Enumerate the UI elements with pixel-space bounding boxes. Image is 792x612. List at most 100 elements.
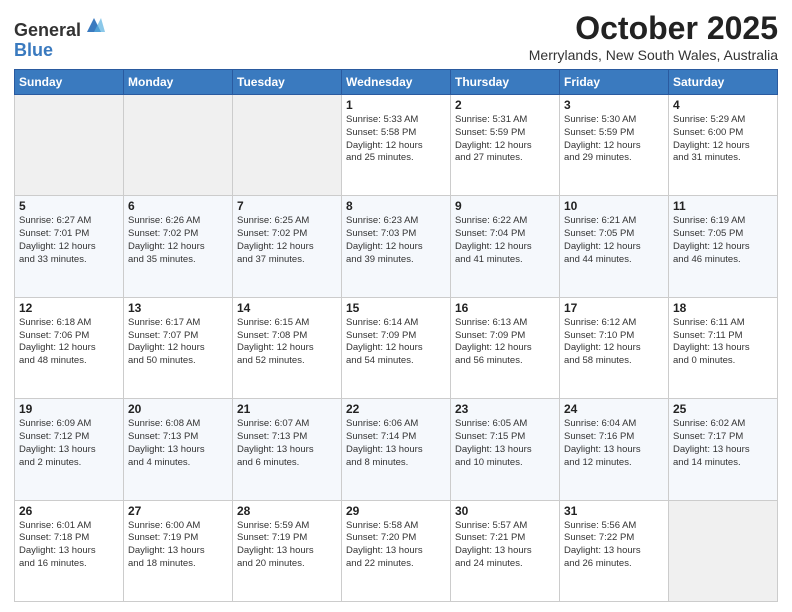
cell-info-line: Sunset: 7:13 PM: [128, 431, 228, 444]
calendar-cell: 14Sunrise: 6:15 AMSunset: 7:08 PMDayligh…: [233, 297, 342, 398]
cell-info-line: Sunrise: 6:13 AM: [455, 317, 555, 330]
calendar-cell: 10 Sunrise: 6:21 AMSunset: 7:05 PMDayligh…: [560, 196, 669, 297]
cell-info-line: and 58 minutes.: [564, 355, 664, 368]
cell-info-line: Sunrise: 6:19 AM: [673, 215, 773, 228]
calendar-cell: 25Sunrise: 6:02 AMSunset: 7:17 PMDayligh…: [669, 399, 778, 500]
cell-info-line: Daylight: 12 hours: [237, 342, 337, 355]
cell-info-line: Sunrise: 6:25 AM: [237, 215, 337, 228]
calendar-header-thursday: Thursday: [451, 70, 560, 95]
cell-info-line: Daylight: 13 hours: [346, 444, 446, 457]
cell-info-line: Daylight: 12 hours: [346, 342, 446, 355]
day-number: 21: [237, 402, 337, 416]
cell-info-line: Daylight: 12 hours: [564, 342, 664, 355]
cell-info-line: Daylight: 12 hours: [19, 241, 119, 254]
cell-info-line: Sunset: 7:17 PM: [673, 431, 773, 444]
day-number: 10: [564, 199, 664, 213]
logo: General Blue: [14, 14, 105, 61]
cell-info-line: Sunrise: 6:06 AM: [346, 418, 446, 431]
cell-info-line: Sunset: 5:58 PM: [346, 127, 446, 140]
cell-info-line: Sunrise: 6:17 AM: [128, 317, 228, 330]
day-number: 5: [19, 199, 119, 213]
cell-info-line: Daylight: 12 hours: [564, 140, 664, 153]
day-number: 4: [673, 98, 773, 112]
calendar-cell: 7Sunrise: 6:25 AMSunset: 7:02 PMDaylight…: [233, 196, 342, 297]
logo-blue-text: Blue: [14, 40, 53, 60]
cell-info-line: Daylight: 12 hours: [564, 241, 664, 254]
day-number: 31: [564, 504, 664, 518]
calendar-cell: 19Sunrise: 6:09 AMSunset: 7:12 PMDayligh…: [15, 399, 124, 500]
calendar-cell: 13Sunrise: 6:17 AMSunset: 7:07 PMDayligh…: [124, 297, 233, 398]
cell-info-line: and 10 minutes.: [455, 457, 555, 470]
calendar-cell: 18Sunrise: 6:11 AMSunset: 7:11 PMDayligh…: [669, 297, 778, 398]
calendar-cell: [15, 95, 124, 196]
day-number: 17: [564, 301, 664, 315]
day-number: 12: [19, 301, 119, 315]
cell-info-line: Sunset: 7:19 PM: [128, 532, 228, 545]
cell-info-line: Sunset: 7:16 PM: [564, 431, 664, 444]
cell-info-line: Sunrise: 6:23 AM: [346, 215, 446, 228]
cell-info-line: and 0 minutes.: [673, 355, 773, 368]
calendar-header-sunday: Sunday: [15, 70, 124, 95]
cell-info-line: Sunset: 5:59 PM: [564, 127, 664, 140]
cell-info-line: Sunrise: 5:58 AM: [346, 520, 446, 533]
calendar-row-4: 26Sunrise: 6:01 AMSunset: 7:18 PMDayligh…: [15, 500, 778, 601]
cell-info-line: and 35 minutes.: [128, 254, 228, 267]
cell-info-line: and 14 minutes.: [673, 457, 773, 470]
cell-info-line: Daylight: 12 hours: [455, 140, 555, 153]
cell-info-line: and 24 minutes.: [455, 558, 555, 571]
day-number: 27: [128, 504, 228, 518]
calendar-cell: 12Sunrise: 6:18 AMSunset: 7:06 PMDayligh…: [15, 297, 124, 398]
calendar-cell: 21Sunrise: 6:07 AMSunset: 7:13 PMDayligh…: [233, 399, 342, 500]
cell-info-line: and 56 minutes.: [455, 355, 555, 368]
cell-info-line: and 44 minutes.: [564, 254, 664, 267]
cell-info-line: and 31 minutes.: [673, 152, 773, 165]
calendar-cell: 22Sunrise: 6:06 AMSunset: 7:14 PMDayligh…: [342, 399, 451, 500]
cell-info-line: Sunset: 6:00 PM: [673, 127, 773, 140]
cell-info-line: Daylight: 13 hours: [19, 545, 119, 558]
calendar-cell: 16Sunrise: 6:13 AMSunset: 7:09 PMDayligh…: [451, 297, 560, 398]
day-number: 8: [346, 199, 446, 213]
header: General Blue October 2025 Merrylands, Ne…: [14, 10, 778, 63]
day-number: 15: [346, 301, 446, 315]
day-number: 3: [564, 98, 664, 112]
cell-info-line: Sunrise: 6:00 AM: [128, 520, 228, 533]
cell-info-line: Daylight: 12 hours: [673, 241, 773, 254]
cell-info-line: and 2 minutes.: [19, 457, 119, 470]
calendar-header-row: SundayMondayTuesdayWednesdayThursdayFrid…: [15, 70, 778, 95]
cell-info-line: Daylight: 12 hours: [346, 140, 446, 153]
cell-info-line: Sunset: 7:10 PM: [564, 330, 664, 343]
cell-info-line: Sunset: 7:13 PM: [237, 431, 337, 444]
cell-info-line: Daylight: 13 hours: [455, 444, 555, 457]
cell-info-line: Sunset: 7:01 PM: [19, 228, 119, 241]
day-number: 29: [346, 504, 446, 518]
day-number: 24: [564, 402, 664, 416]
cell-info-line: and 46 minutes.: [673, 254, 773, 267]
cell-info-line: Sunrise: 5:29 AM: [673, 114, 773, 127]
cell-info-line: Daylight: 13 hours: [564, 545, 664, 558]
day-number: 7: [237, 199, 337, 213]
calendar-cell: 3Sunrise: 5:30 AMSunset: 5:59 PMDaylight…: [560, 95, 669, 196]
cell-info-line: and 48 minutes.: [19, 355, 119, 368]
cell-info-line: and 29 minutes.: [564, 152, 664, 165]
cell-info-line: Daylight: 12 hours: [128, 241, 228, 254]
cell-info-line: and 39 minutes.: [346, 254, 446, 267]
cell-info-line: Sunset: 7:09 PM: [455, 330, 555, 343]
calendar-row-0: 1Sunrise: 5:33 AMSunset: 5:58 PMDaylight…: [15, 95, 778, 196]
cell-info-line: and 12 minutes.: [564, 457, 664, 470]
cell-info-line: Sunrise: 6:04 AM: [564, 418, 664, 431]
cell-info-line: and 20 minutes.: [237, 558, 337, 571]
cell-info-line: Sunrise: 6:21 AM: [564, 215, 664, 228]
cell-info-line: Daylight: 13 hours: [237, 545, 337, 558]
calendar-cell: [124, 95, 233, 196]
cell-info-line: Daylight: 12 hours: [455, 342, 555, 355]
day-number: 30: [455, 504, 555, 518]
cell-info-line: Sunrise: 6:15 AM: [237, 317, 337, 330]
cell-info-line: Daylight: 12 hours: [128, 342, 228, 355]
cell-info-line: Sunrise: 6:18 AM: [19, 317, 119, 330]
cell-info-line: Sunrise: 6:12 AM: [564, 317, 664, 330]
day-number: 20: [128, 402, 228, 416]
cell-info-line: Daylight: 13 hours: [346, 545, 446, 558]
cell-info-line: Sunset: 7:05 PM: [564, 228, 664, 241]
calendar-cell: 24Sunrise: 6:04 AMSunset: 7:16 PMDayligh…: [560, 399, 669, 500]
logo-general-text: General: [14, 20, 81, 40]
